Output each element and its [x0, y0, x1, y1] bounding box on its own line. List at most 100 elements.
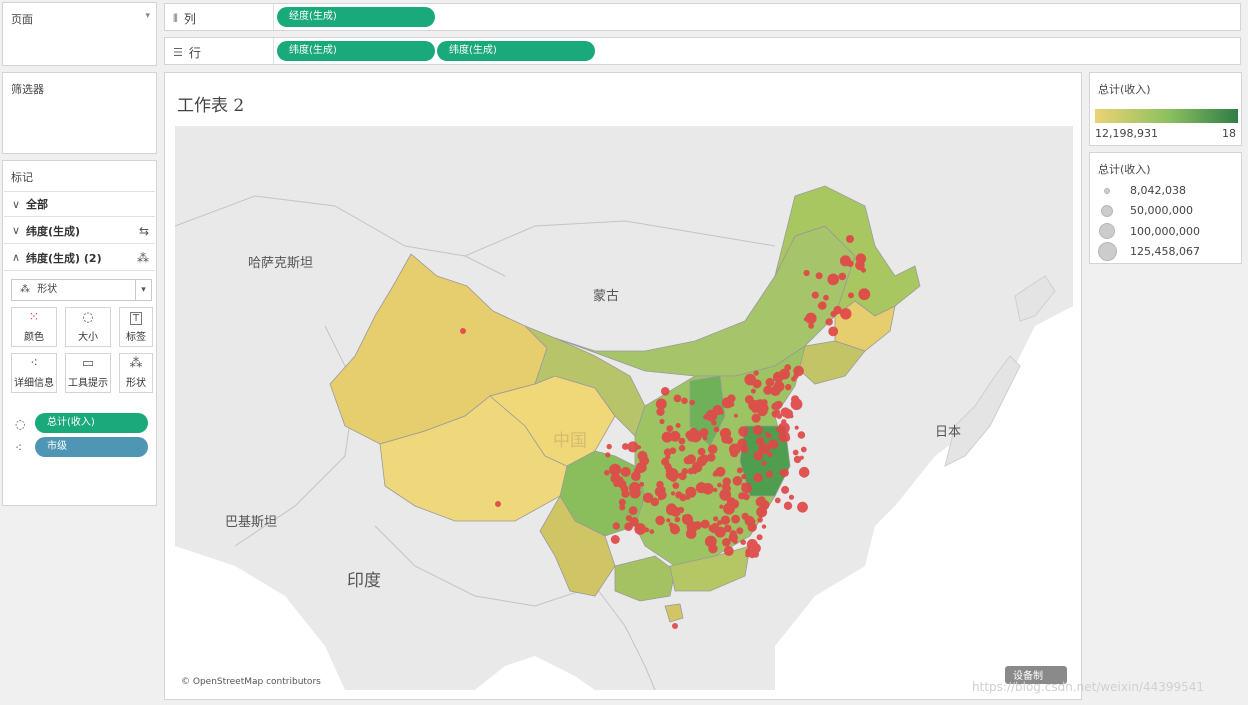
city-point [721, 397, 734, 409]
columns-shelf-label-wrap: ⦀ 列 [173, 10, 196, 27]
city-point [628, 506, 638, 515]
city-point [728, 503, 735, 510]
shape-icon: ⁂ [20, 284, 30, 295]
size-circle-icon [1099, 223, 1115, 239]
city-point [672, 472, 680, 480]
city-point [604, 469, 610, 476]
mark-type-select[interactable]: ⁂ 形状 ▾ [11, 279, 152, 301]
city-point [495, 501, 501, 507]
city-point [681, 468, 689, 475]
city-point [745, 553, 750, 558]
city-point [756, 437, 765, 446]
city-point [670, 491, 676, 496]
color-legend[interactable]: 总计(收入) 12,198,931 18 [1089, 72, 1242, 146]
color-legend-max: 18 [1222, 127, 1236, 140]
city-point [761, 460, 767, 466]
size-circle-icon [1104, 187, 1110, 194]
marks-card-latitude-2[interactable]: ∧ 纬度(生成) (2) ⁂ [4, 245, 155, 271]
city-point [801, 472, 807, 478]
city-point [713, 516, 719, 522]
city-point [667, 466, 673, 472]
pages-panel: 页面 ▾ [2, 2, 157, 66]
tooltip-button[interactable]: ▭ 工具提示 [65, 353, 111, 393]
marks-card-latitude-label: 纬度(生成) [26, 224, 81, 238]
city-point [828, 326, 839, 337]
size-button[interactable]: ◌ 大小 [65, 307, 111, 347]
city-point [741, 482, 752, 494]
city-point [635, 462, 647, 473]
city-point [780, 407, 791, 418]
city-point [774, 497, 781, 504]
city-point [719, 504, 724, 509]
map-attribution: © OpenStreetMap contributors [181, 677, 321, 687]
color-button[interactable]: ⁙ 颜色 [11, 307, 57, 347]
city-point [673, 394, 682, 403]
city-point [669, 447, 677, 455]
size-legend-row: 100,000,000 [1096, 223, 1200, 239]
city-point [785, 383, 792, 391]
city-point [753, 450, 764, 461]
city-point [830, 310, 837, 318]
city-point [846, 235, 854, 243]
city-point [634, 523, 647, 535]
city-point [838, 272, 847, 281]
marks-card-latitude[interactable]: ∨ 纬度(生成) ⇆ [4, 218, 155, 244]
city-point [760, 404, 769, 413]
pages-panel-title: 页面 [11, 13, 33, 26]
columns-icon: ⦀ [173, 11, 178, 25]
city-point [799, 455, 804, 460]
city-point [731, 516, 737, 522]
size-legend-title: 总计(收入) [1098, 163, 1151, 176]
city-point [765, 431, 770, 436]
pill-total-revenue[interactable]: 总计(收入) [35, 413, 148, 433]
rows-shelf[interactable]: ☰ 行 纬度(生成) 纬度(生成) [164, 37, 1241, 65]
city-point [637, 450, 648, 461]
city-point [707, 444, 718, 455]
city-point [756, 534, 763, 541]
map-label-kazakhstan: 哈萨克斯坦 [248, 256, 313, 271]
columns-shelf[interactable]: ⦀ 列 经度(生成) [164, 3, 1241, 31]
city-point [790, 398, 803, 411]
pill-city-level[interactable]: 市级 [35, 437, 148, 457]
city-point [685, 486, 697, 498]
size-field-icon: ◌ [15, 417, 26, 431]
map-label-pakistan: 巴基斯坦 [225, 515, 277, 530]
city-point [765, 470, 774, 478]
size-circle-icon [1097, 242, 1117, 261]
city-point [832, 276, 837, 281]
pill-longitude[interactable]: 经度(生成) [277, 7, 435, 27]
city-point [660, 387, 670, 396]
shape-button[interactable]: ⁂ 形状 [119, 353, 153, 393]
city-point [661, 457, 670, 466]
city-point [695, 482, 708, 494]
city-point [655, 515, 665, 526]
city-point [722, 477, 731, 486]
marks-card-latitude-2-label: 纬度(生成) (2) [26, 251, 102, 265]
city-point [666, 425, 674, 432]
city-point [689, 399, 695, 406]
detail-field-icon: ⁖ [15, 441, 23, 455]
label-button[interactable]: T 标签 [119, 307, 153, 347]
size-legend[interactable]: 总计(收入) 8,042,038 50,000,000 100,000,000 … [1089, 152, 1242, 264]
pill-latitude-2[interactable]: 纬度(生成) [437, 41, 595, 61]
city-point [631, 471, 641, 482]
city-point [803, 269, 810, 277]
rows-icon: ☰ [173, 46, 183, 59]
city-point [713, 487, 718, 493]
city-point [689, 530, 696, 537]
city-point [706, 453, 716, 462]
pages-dropdown-icon[interactable]: ▾ [145, 11, 150, 21]
chevron-down-icon: ▾ [135, 280, 151, 300]
marks-panel: 标记 ∨ 全部 ∨ 纬度(生成) ⇆ ∧ 纬度(生成) (2) ⁂ ⁂ 形状 ▾… [2, 160, 157, 506]
color-palette-icon: ⁙ [28, 310, 40, 325]
city-point [772, 371, 784, 383]
city-point [811, 291, 819, 299]
map-label-china: 中国 [553, 431, 587, 451]
size-circle-icon [1101, 204, 1113, 217]
marks-card-all[interactable]: ∨ 全部 [4, 191, 155, 217]
map-canvas[interactable]: 哈萨克斯坦 蒙古 中国 日本 巴基斯坦 印度 © OpenStreetMap c… [175, 126, 1073, 690]
city-point [752, 425, 764, 436]
pill-latitude-1[interactable]: 纬度(生成) [277, 41, 435, 61]
filters-panel[interactable]: 筛选器 [2, 72, 157, 154]
detail-button[interactable]: ⁖ 详细信息 [11, 353, 57, 393]
